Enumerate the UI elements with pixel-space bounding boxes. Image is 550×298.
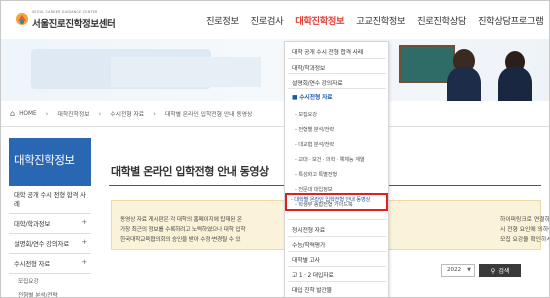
year-select[interactable]: 2022 ▼ — [441, 264, 475, 277]
dropdown-item-early-admission[interactable]: ■ 수시전형 자료 — [292, 92, 333, 101]
dropdown-divider — [288, 58, 386, 59]
sidebar-item-university-info[interactable]: 대학/학과정보 + — [9, 214, 91, 234]
search-icon: ⚲ — [490, 266, 496, 275]
hero-person-image — [447, 67, 481, 101]
logo-icon — [16, 13, 28, 25]
dropdown-item-regular-admission[interactable]: 정시전형 자료 — [292, 225, 325, 234]
dropdown-divider — [288, 73, 386, 74]
dropdown-item-seminar-materials[interactable]: 설명회/연수 강의자료 — [292, 78, 343, 87]
page-frame: SEOUL CAREER GUIDANCE CENTER 서울진로진학정보센터 … — [0, 0, 550, 298]
sidebar-title: 대학진학정보 — [9, 138, 91, 186]
dropdown-divider — [288, 88, 386, 89]
notice-text: 가장 최근의 정보를 수록하려고 노력하였으나 대학 입학 — [120, 227, 246, 233]
sidebar-item-seminar-materials[interactable]: 설명회/연수 강의자료 + — [9, 234, 91, 254]
dropdown-subitem[interactable]: - 대교협 분석/전략 — [295, 140, 334, 148]
notice-text: 동영상 자료 게시판은 각 대학의 홈페이지에 탑재된 온 — [120, 217, 242, 223]
nav-career-test[interactable]: 진로검사 — [251, 13, 284, 27]
breadcrumb-home[interactable]: HOME — [19, 111, 37, 117]
breadcrumb-separator-icon: › — [153, 109, 156, 118]
chevron-down-icon: ▼ — [467, 267, 471, 273]
nav-career-info[interactable]: 진로정보 — [206, 13, 239, 27]
sidebar-subitem[interactable]: 모집요강 — [9, 274, 91, 288]
hero-banner — [1, 39, 549, 101]
sidebar: 대학진학정보 대학 공개 수시 전형 합격 사례 대학/학과정보 + 설명회/연… — [9, 138, 91, 297]
nav-counseling-program[interactable]: 진학상담프로그램 — [478, 13, 544, 27]
breadcrumb-item[interactable]: 수시전형 자료 — [110, 109, 144, 118]
dropdown-subitem[interactable]: - 교대 · 보건 · 의학 · 예체능 계열 — [295, 155, 365, 163]
home-icon[interactable]: ⌂ — [10, 109, 15, 118]
nav-highschool-info[interactable]: 고교진학정보 — [356, 13, 405, 27]
notice-text: 하이퍼링크로 연결하였습니다. — [500, 217, 550, 223]
sidebar-item-label: 대학/학과정보 — [14, 220, 51, 228]
breadcrumb-separator-icon: › — [98, 109, 102, 118]
page-title: 대학별 온라인 입학전형 안내 동영상 — [111, 165, 269, 178]
sidebar-subitem[interactable]: 전형별 분석/전략 — [9, 288, 91, 297]
university-info-dropdown: 대학 공개 수시 전형 합격 사례 대학/학과정보 설명회/연수 강의자료 ■ … — [284, 41, 389, 297]
breadcrumb: ⌂ HOME › 대학진학정보 › 수시전형 자료 › 대학별 온라인 입학전형… — [1, 101, 549, 127]
nav-counseling[interactable]: 진로진학상담 — [417, 13, 466, 27]
dropdown-divider — [288, 251, 386, 252]
dropdown-divider — [288, 266, 386, 267]
notice-text: 시 전형 요인에 의하여 7월 중에 — [500, 227, 549, 233]
search-button-label: 검색 — [498, 268, 510, 275]
sidebar-item-admission-cases[interactable]: 대학 공개 수시 전형 합격 사례 — [9, 186, 91, 214]
plus-icon: + — [81, 258, 87, 266]
dropdown-item-admission-cases[interactable]: 대학 공개 수시 전형 합격 사례 — [292, 47, 363, 56]
dropdown-divider — [288, 281, 386, 282]
nav-university-info[interactable]: 대학진학정보 — [295, 13, 344, 27]
sidebar-item-early-admission[interactable]: 수시전형 자료 + — [9, 254, 91, 274]
site-logo[interactable]: SEOUL CAREER GUIDANCE CENTER 서울진로진학정보센터 — [15, 8, 125, 32]
dropdown-item-university-exam[interactable]: 대학별 고사 — [292, 255, 320, 264]
hero-board-image — [399, 45, 455, 83]
highlight-box — [285, 193, 388, 211]
sidebar-item-label: 수시전형 자료 — [14, 260, 50, 268]
breadcrumb-separator-icon: › — [45, 109, 49, 118]
dropdown-subitem[interactable]: - 전문대 대입정보 — [295, 185, 333, 193]
logo-title: 서울진로진학정보센터 — [32, 19, 116, 30]
dropdown-subitem[interactable]: - 전형별 분석/전략 — [295, 125, 334, 133]
notice-text: 한국대학교육협의회의 승인을 받아 수정·변경될 수 있 — [120, 237, 241, 243]
plus-icon: + — [81, 218, 87, 226]
dropdown-divider — [288, 236, 386, 237]
logo-subtitle: SEOUL CAREER GUIDANCE CENTER — [32, 10, 98, 14]
dropdown-item-publications[interactable]: 대입 진학 발간물 — [292, 285, 332, 294]
dropdown-subitem[interactable]: - 모집요강 — [295, 110, 317, 118]
sidebar-item-label: 설명회/연수 강의자료 — [14, 240, 69, 248]
search-button[interactable]: ⚲ 검색 — [479, 264, 521, 277]
plus-icon: + — [81, 238, 87, 246]
breadcrumb-item[interactable]: 대학진학정보 — [57, 109, 89, 118]
hero-person-image — [498, 67, 532, 101]
dropdown-item-csat[interactable]: 수능/학력평가 — [292, 240, 325, 249]
dropdown-divider — [288, 219, 386, 220]
hero-shape — [111, 57, 261, 87]
year-select-value: 2022 — [447, 267, 462, 273]
main-nav: 진로정보 진로검사 대학진학정보 고교진학정보 진로진학상담 진학상담프로그램 — [206, 13, 549, 27]
site-header: SEOUL CAREER GUIDANCE CENTER 서울진로진학정보센터 … — [1, 1, 549, 39]
dropdown-item-grade12-materials[interactable]: 고 1 · 2 대입자료 — [292, 270, 334, 279]
dropdown-item-university-info[interactable]: 대학/학과정보 — [292, 63, 325, 72]
breadcrumb-item[interactable]: 대학별 온라인 입학전형 안내 동영상 — [165, 109, 252, 118]
sidebar-item-label: 대학 공개 수시 전형 합격 사례 — [14, 191, 86, 208]
notice-text: 모집 요강을 확인하시기 바랍니다. — [500, 237, 549, 243]
dropdown-subitem[interactable]: - 특성화고 특별전형 — [295, 170, 337, 178]
